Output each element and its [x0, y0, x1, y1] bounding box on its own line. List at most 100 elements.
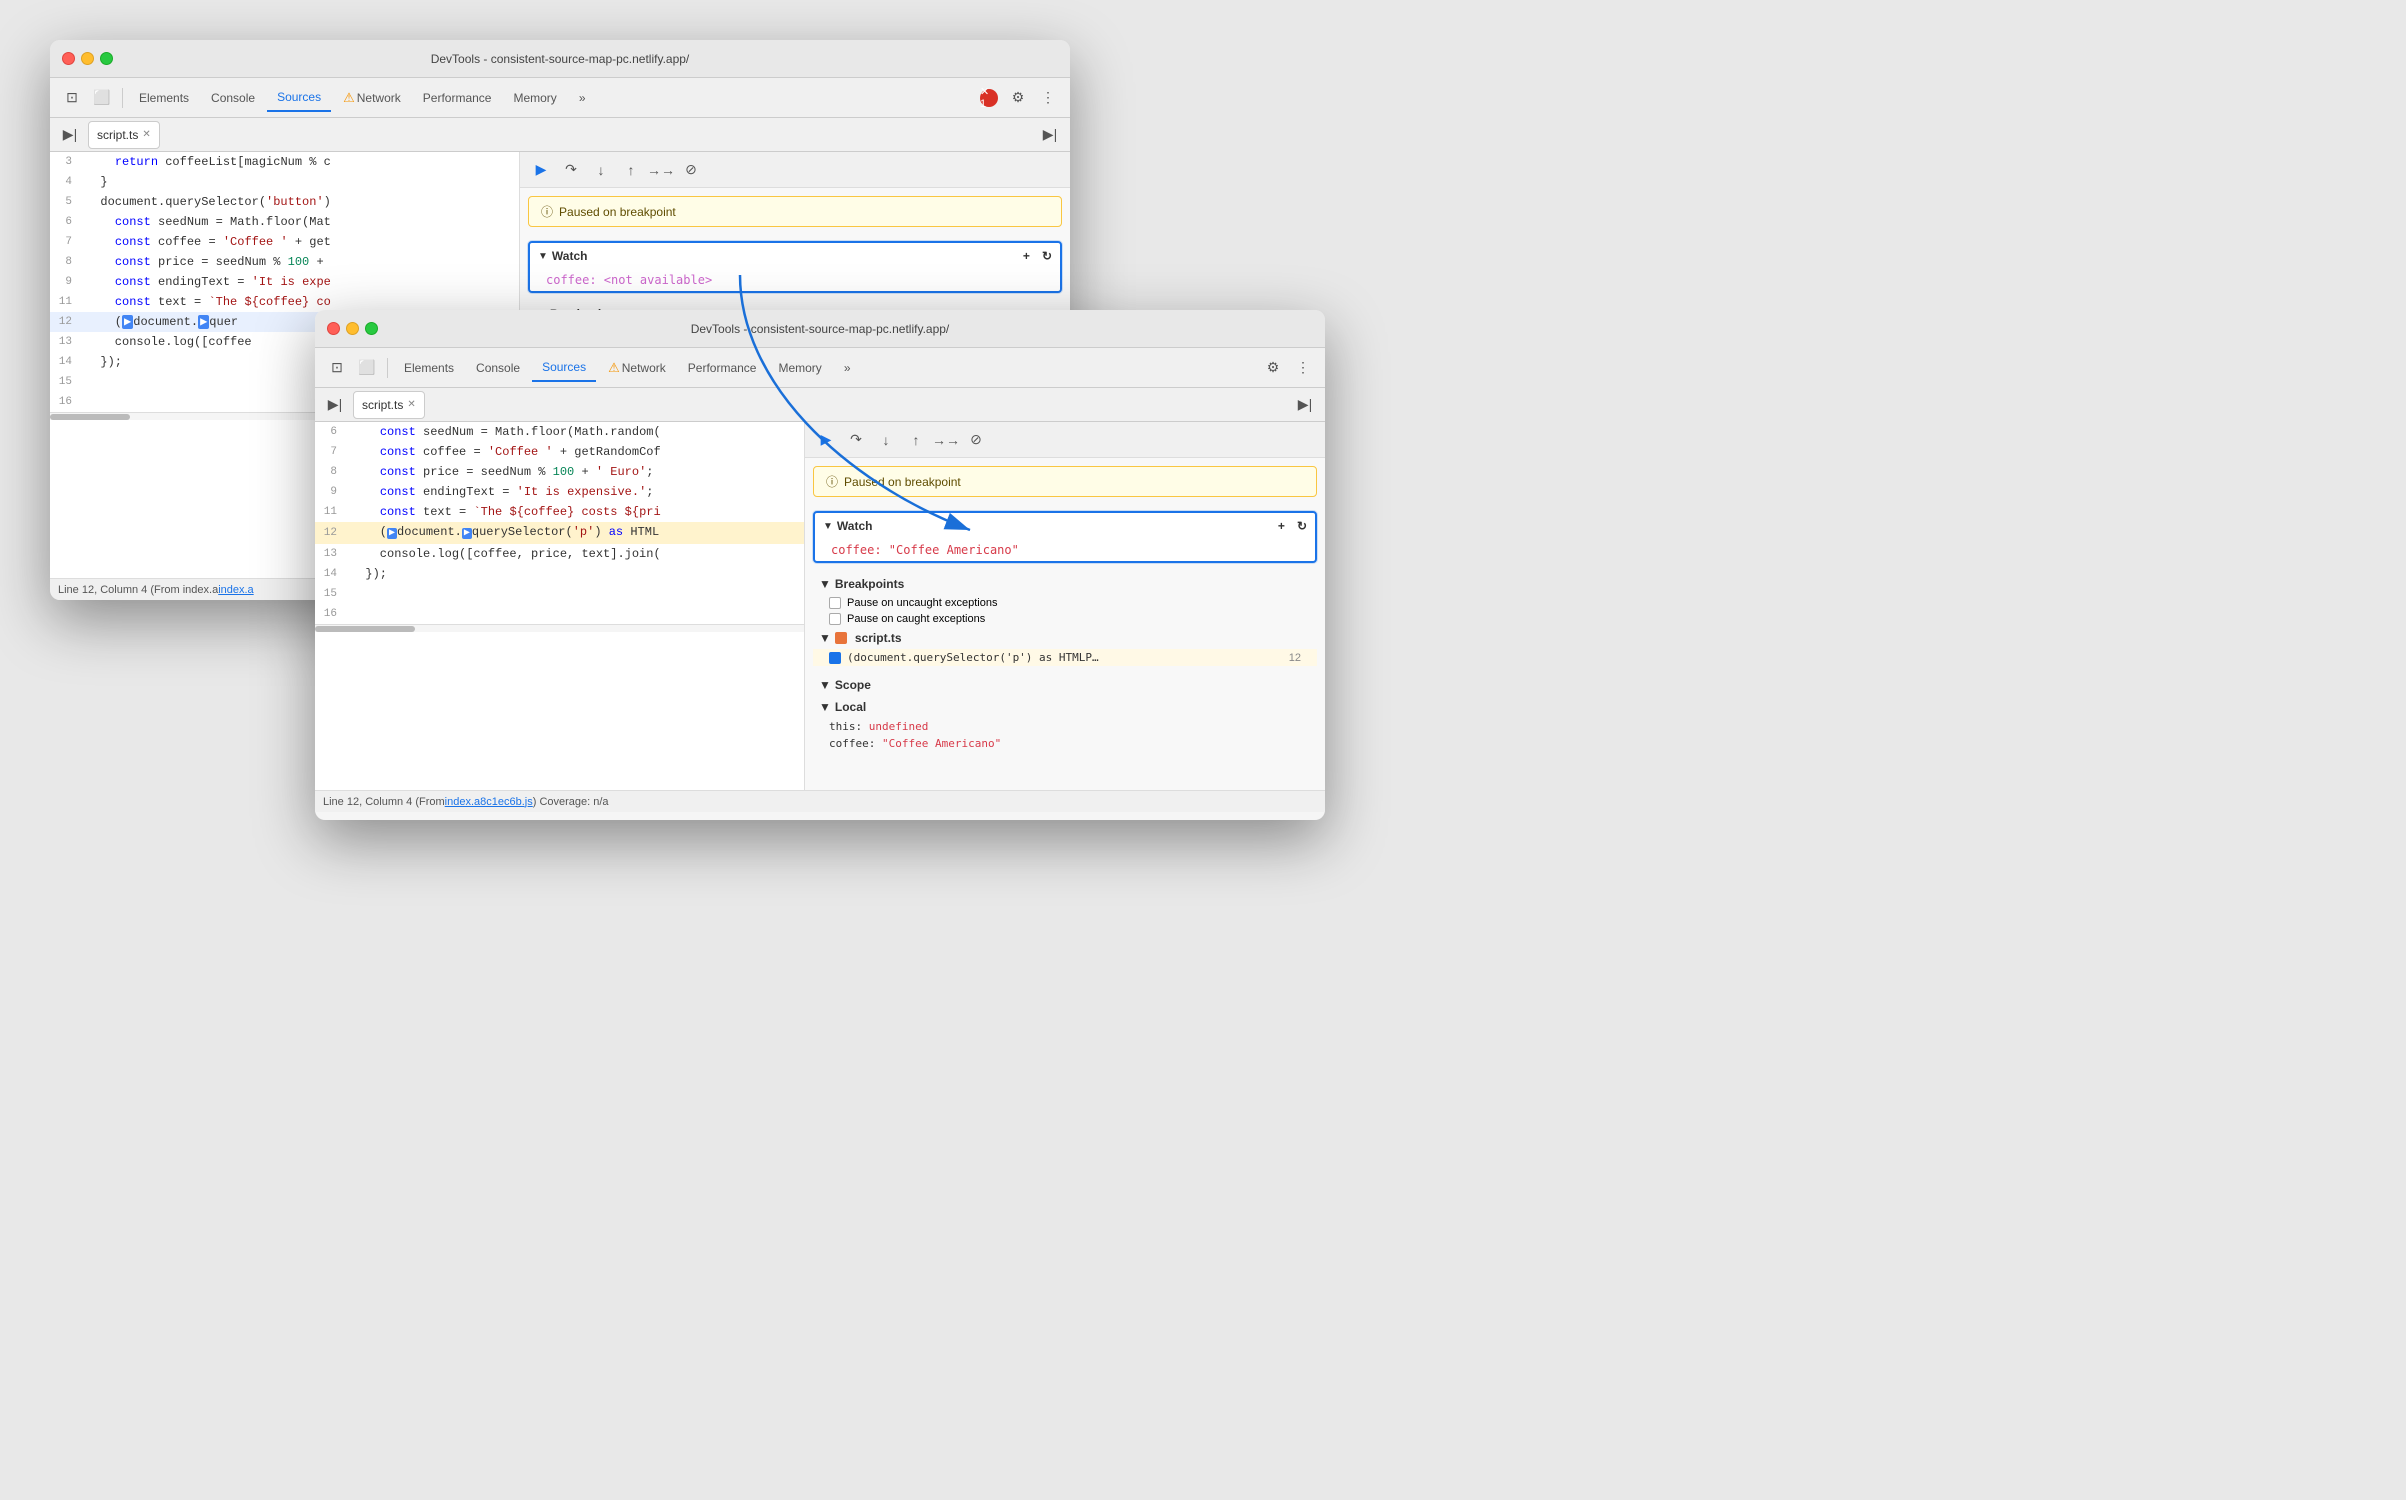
code-line-4: 4 } [50, 172, 519, 192]
traffic-lights-2 [327, 322, 378, 335]
breakpoints-section-2: ▼ Breakpoints Pause on uncaught exceptio… [813, 573, 1317, 666]
code-scrollbar-2[interactable] [315, 624, 804, 632]
close-button-1[interactable] [62, 52, 75, 65]
device-icon[interactable]: ⬜ [88, 84, 116, 112]
inspector-icon-2[interactable]: ⊡ [323, 354, 351, 382]
deactivate-btn-1[interactable]: ⊘ [678, 157, 704, 183]
watch-refresh-btn-2[interactable]: ↻ [1297, 519, 1307, 533]
watch-add-btn-1[interactable]: + [1023, 249, 1030, 263]
step-btn-1[interactable]: →→ [648, 157, 674, 183]
step-out-btn-1[interactable]: ↑ [618, 157, 644, 183]
watch-add-btn-2[interactable]: + [1278, 519, 1285, 533]
tab-more-2[interactable]: » [834, 354, 861, 382]
code-line-7: 7 const coffee = 'Coffee ' + get [50, 232, 519, 252]
scope-this-key: this: [829, 720, 862, 733]
file-tab-close-1[interactable]: ✕ [142, 129, 150, 140]
file-tab-name-1: script.ts [97, 128, 138, 142]
devtools-body-2: 6 const seedNum = Math.floor(Math.random… [315, 422, 1325, 790]
bp-code-line: 12 [1289, 652, 1301, 664]
bp-checkbox-caught[interactable] [829, 613, 841, 625]
tab-memory-2[interactable]: Memory [768, 354, 831, 382]
gear-icon[interactable]: ⚙ [1004, 84, 1032, 112]
tab-elements-1[interactable]: Elements [129, 84, 199, 112]
main-toolbar-1: ⊡ ⬜ Elements Console Sources ⚠ Network P… [50, 78, 1070, 118]
file-tab-close-2[interactable]: ✕ [407, 399, 415, 410]
scope-header[interactable]: ▼ Scope [813, 674, 1317, 696]
tab-sources-2[interactable]: Sources [532, 354, 596, 382]
file-tab-script-1[interactable]: script.ts ✕ [88, 121, 160, 149]
watch-value-2: coffee: "Coffee Americano" [831, 543, 1019, 557]
deactivate-btn-2[interactable]: ⊘ [963, 427, 989, 453]
tab-network-1[interactable]: ⚠ Network [333, 84, 411, 112]
status-link-1[interactable]: index.a [218, 584, 253, 596]
step-over-btn-2[interactable]: ↷ [843, 427, 869, 453]
paused-banner-2: ⓘ Paused on breakpoint [813, 466, 1317, 497]
step-into-btn-2[interactable]: ↓ [873, 427, 899, 453]
sidebar-toggle-1[interactable]: ▶| [56, 121, 84, 149]
tab-console-2[interactable]: Console [466, 354, 530, 382]
local-header[interactable]: ▼ Local [813, 696, 1317, 718]
file-tab-name-2: script.ts [362, 398, 403, 412]
minimize-button-2[interactable] [346, 322, 359, 335]
bp-filename: script.ts [855, 631, 902, 645]
close-button-2[interactable] [327, 322, 340, 335]
bp-code-checkbox[interactable] [829, 652, 841, 664]
step-btn-2[interactable]: →→ [933, 427, 959, 453]
scope-this: this: undefined [813, 718, 1317, 735]
file-tabs-2: ▶| script.ts ✕ ▶| [315, 388, 1325, 422]
step-into-btn-1[interactable]: ↓ [588, 157, 614, 183]
watch-header-2[interactable]: ▼ Watch + ↻ [815, 513, 1315, 539]
tab-network-2[interactable]: ⚠ Network [598, 354, 676, 382]
watch-section-2: ▼ Watch + ↻ coffee: "Coffee Americano" [813, 511, 1317, 563]
code-line-3: 3 return coffeeList[magicNum % c [50, 152, 519, 172]
tab-memory-1[interactable]: Memory [503, 84, 566, 112]
tab-performance-1[interactable]: Performance [413, 84, 502, 112]
maximize-button-1[interactable] [100, 52, 113, 65]
paused-text-1: Paused on breakpoint [559, 205, 676, 219]
bp-file-header[interactable]: ▼ script.ts [813, 627, 1317, 649]
watch-header-1[interactable]: ▼ Watch + ↻ [530, 243, 1060, 269]
device-icon-2[interactable]: ⬜ [353, 354, 381, 382]
maximize-button-2[interactable] [365, 322, 378, 335]
tab-more-1[interactable]: » [569, 84, 596, 112]
bp-code-item: (document.querySelector('p') as HTMLP… 1… [813, 649, 1317, 666]
paused-text-2: Paused on breakpoint [844, 475, 961, 489]
resume-btn-1[interactable]: ▶ [528, 157, 554, 183]
file-more-icon-2[interactable]: ▶| [1291, 391, 1319, 419]
breakpoints-header-2[interactable]: ▼ Breakpoints [813, 573, 1317, 595]
code-line-2-12: 12 (▶document.▶querySelector('p') as HTM… [315, 522, 804, 544]
right-panel-2: ▶ ↷ ↓ ↑ →→ ⊘ ⓘ Paused on breakpoint ▼ Wa… [805, 422, 1325, 790]
code-line-5: 5 document.querySelector('button') [50, 192, 519, 212]
local-title: Local [835, 700, 866, 714]
status-link-2[interactable]: index.a8c1ec6b.js [445, 796, 533, 808]
tab-console-1[interactable]: Console [201, 84, 265, 112]
code-line-9: 9 const endingText = 'It is expe [50, 272, 519, 292]
step-out-btn-2[interactable]: ↑ [903, 427, 929, 453]
bp-checkbox-uncaught[interactable] [829, 597, 841, 609]
code-line-2-13: 13 console.log([coffee, price, text].joi… [315, 544, 804, 564]
tab-elements-2[interactable]: Elements [394, 354, 464, 382]
titlebar-1: DevTools - consistent-source-map-pc.netl… [50, 40, 1070, 78]
scrollbar-thumb-1[interactable] [50, 414, 130, 420]
scope-title: Scope [835, 678, 871, 692]
code-line-2-15: 15 [315, 584, 804, 604]
step-over-btn-1[interactable]: ↷ [558, 157, 584, 183]
resume-btn-2[interactable]: ▶ [813, 427, 839, 453]
inspector-icon[interactable]: ⊡ [58, 84, 86, 112]
tab-sources-1[interactable]: Sources [267, 84, 331, 112]
status-extra-2: ) Coverage: n/a [533, 796, 609, 808]
tab-performance-2[interactable]: Performance [678, 354, 767, 382]
more-icon-2[interactable]: ⋮ [1289, 354, 1317, 382]
scope-this-val: undefined [869, 720, 929, 733]
gear-icon-2[interactable]: ⚙ [1259, 354, 1287, 382]
file-more-icon[interactable]: ▶| [1036, 121, 1064, 149]
status-text-2: Line 12, Column 4 (From [323, 796, 445, 808]
minimize-button-1[interactable] [81, 52, 94, 65]
more-icon[interactable]: ⋮ [1034, 84, 1062, 112]
watch-refresh-btn-1[interactable]: ↻ [1042, 249, 1052, 263]
sidebar-toggle-2[interactable]: ▶| [321, 391, 349, 419]
scrollbar-thumb-2[interactable] [315, 626, 415, 632]
main-toolbar-2: ⊡ ⬜ Elements Console Sources ⚠ Network P… [315, 348, 1325, 388]
file-tab-script-2[interactable]: script.ts ✕ [353, 391, 425, 419]
code-lines-2: 6 const seedNum = Math.floor(Math.random… [315, 422, 804, 624]
